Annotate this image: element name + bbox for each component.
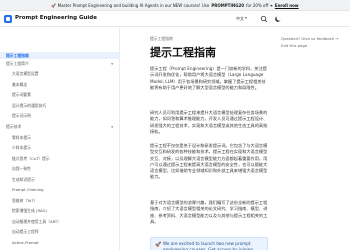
banner-suffix: for 20% off ➜	[246, 2, 273, 8]
sidebar-item-techniques[interactable]: 提示技术 ▾	[0, 123, 119, 130]
feedback-link[interactable]: Question? Give us feedback →	[281, 36, 338, 41]
sidebar-item-fewshot[interactable]: 少样本提示	[0, 144, 119, 151]
sidebar-item-label: 自动提示工程师	[12, 228, 39, 234]
intro-paragraph: 提示工程（Prompt Engineering）是一门较新的学科，关注提示词开发…	[150, 66, 267, 90]
sidebar-nav: 提示工程指南 提示工程简介 ▾ 大语言模型设置 基本概念 提示词要素 设计提示的通…	[0, 28, 120, 250]
breadcrumb[interactable]: 提示工程指南	[150, 36, 173, 42]
sidebar-item-label: 大语言模型设置	[12, 70, 39, 76]
chevron-down-icon: ▾	[111, 124, 113, 129]
sidebar-item-label: 零样本提示	[12, 134, 31, 140]
sidebar-item-tips[interactable]: 设计提示的通用技巧	[0, 102, 119, 109]
callout-text: We are excited to launch two new prompt …	[163, 241, 253, 250]
sidebar-item-rag[interactable]: 检索增强生成 (RAG)	[0, 207, 119, 214]
sidebar-item-active-prompt[interactable]: Active-Prompt	[0, 239, 119, 246]
sidebar-item-label: 提示工程简介	[6, 60, 29, 66]
banner-text: 🚀 Master Prompt Engineering and building…	[51, 2, 210, 8]
sidebar-item-basics[interactable]: 基本概念	[0, 81, 119, 88]
sidebar-item-examples[interactable]: 提示词示例	[0, 112, 119, 119]
sidebar-item-label: Prompt Chaining	[12, 187, 44, 192]
rocket-icon: 🚀	[155, 242, 162, 248]
sidebar-item-label: 设计提示的通用技巧	[12, 102, 47, 108]
sidebar-item-elements[interactable]: 提示词要素	[0, 91, 119, 98]
banner-code: PROMPTING20	[211, 2, 245, 8]
page-title: 提示工程指南	[150, 46, 216, 59]
sidebar-item-label: 生成知识提示	[12, 176, 35, 182]
top-navigation-bar: Prompt Engineering Guide 中文 ▾	[0, 11, 350, 27]
sidebar-item-label: 提示技术	[6, 123, 22, 129]
sidebar-item-label: 自我一致性	[12, 165, 31, 171]
skills-paragraph: 提示工程不仅仅是关于设计和研发提示词。它包含了与大语言模型交互和研发的各种技能和…	[150, 143, 268, 180]
chevron-down-icon: ▾	[111, 61, 113, 66]
sidebar-item-prompt-chaining[interactable]: Prompt Chaining	[0, 186, 119, 193]
chevron-down-icon[interactable]: ▾	[245, 16, 247, 20]
announcement-banner: 🚀 Master Prompt Engineering and building…	[0, 0, 350, 11]
sidebar-item-label: 链式思考（CoT）提示	[12, 155, 50, 161]
search-icon[interactable]	[260, 15, 268, 23]
sidebar-item-cot[interactable]: 链式思考（CoT）提示	[0, 155, 119, 162]
sidebar-item-zeroshot[interactable]: 零样本提示	[0, 134, 119, 141]
sidebar-item-label: 少样本提示	[12, 144, 31, 150]
main-content: 提示工程指南 提示工程指南 提示工程（Prompt Engineering）是一…	[142, 28, 270, 250]
site-logo-icon[interactable]	[4, 15, 12, 23]
sidebar-item-knowledge[interactable]: 生成知识提示	[0, 176, 119, 183]
guide-paragraph: 基于对大语言模型的浓厚兴趣，我们编写了这份全新的提示工程指南，介绍了大语言模型相…	[150, 200, 268, 224]
language-selector[interactable]: 中文	[236, 16, 244, 22]
sidebar-item-tot[interactable]: 思维树（ToT）	[0, 197, 119, 204]
sidebar-item-label: Active-Prompt	[12, 240, 39, 245]
sidebar-item-art[interactable]: 自动推理并使用工具（ART）	[0, 218, 119, 225]
sidebar-item-guide[interactable]: 提示工程指南	[0, 52, 119, 59]
sidebar-item-label: 思维树（ToT）	[12, 197, 38, 203]
sidebar-item-label: 检索增强生成 (RAG)	[12, 207, 47, 213]
researchers-paragraph: 研究人员可利用提示工程来提升大语言模型处理复杂任务场景的能力，如问答和算术推理能…	[150, 110, 268, 134]
sidebar-item-label: 基本概念	[12, 81, 28, 87]
sidebar-item-llm-settings[interactable]: 大语言模型设置	[0, 70, 119, 77]
enroll-link[interactable]: Enroll now	[275, 3, 299, 8]
sidebar-item-label: 提示词要素	[12, 91, 31, 97]
sidebar-item-intro[interactable]: 提示工程简介 ▾	[0, 60, 119, 67]
course-callout: 🚀 We are excited to launch two new promp…	[150, 237, 268, 250]
theme-toggle-icon[interactable]	[274, 15, 282, 23]
sidebar-item-consistency[interactable]: 自我一致性	[0, 165, 119, 172]
sidebar-item-label: 提示工程指南	[6, 52, 29, 58]
sidebar-item-ape[interactable]: 自动提示工程师	[0, 228, 119, 235]
sidebar-item-label: 自动推理并使用工具（ART）	[12, 218, 62, 224]
sidebar-item-label: 提示词示例	[12, 112, 31, 118]
site-brand[interactable]: Prompt Engineering Guide	[15, 15, 97, 21]
edit-page-link[interactable]: Edit this page	[281, 43, 307, 48]
